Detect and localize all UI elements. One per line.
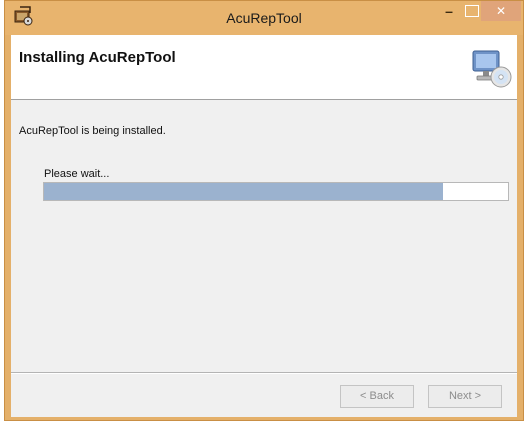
install-status-message: AcuRepTool is being installed. bbox=[19, 125, 166, 137]
title-bar[interactable]: AcuRepTool – ✕ bbox=[5, 1, 523, 35]
close-button[interactable]: ✕ bbox=[481, 1, 521, 21]
back-button[interactable]: < Back bbox=[340, 385, 414, 408]
installer-window: AcuRepTool – ✕ Installing AcuRepTool Acu… bbox=[4, 0, 524, 421]
wizard-header: Installing AcuRepTool bbox=[11, 35, 517, 100]
maximize-button[interactable] bbox=[465, 5, 479, 17]
page-title: Installing AcuRepTool bbox=[19, 49, 176, 66]
progress-bar-fill bbox=[44, 183, 444, 200]
installer-app-icon bbox=[14, 6, 33, 26]
install-progress-bar bbox=[43, 182, 509, 201]
computer-cd-icon bbox=[472, 50, 512, 88]
minimize-button[interactable]: – bbox=[436, 3, 462, 23]
footer-divider bbox=[11, 372, 517, 374]
please-wait-label: Please wait... bbox=[44, 168, 110, 180]
wizard-content: Installing AcuRepTool AcuRepTool is bein… bbox=[11, 35, 517, 417]
next-button[interactable]: Next > bbox=[428, 385, 502, 408]
